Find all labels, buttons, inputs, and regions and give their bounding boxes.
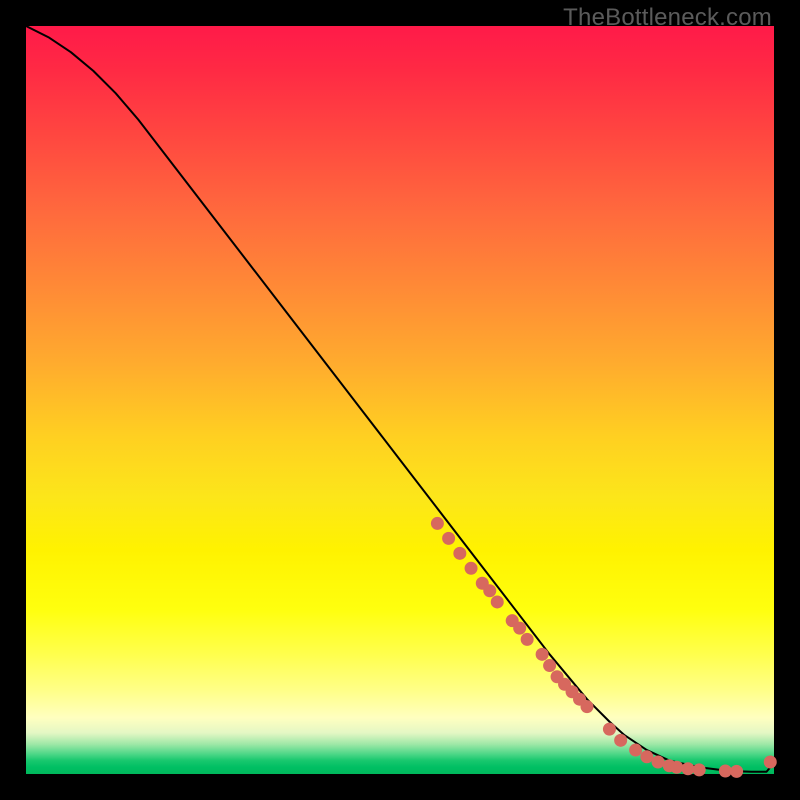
scatter-dots [431, 517, 777, 778]
scatter-dot [483, 584, 496, 597]
scatter-dot [513, 622, 526, 635]
scatter-dot [640, 750, 653, 763]
scatter-dot [603, 723, 616, 736]
chart-overlay [26, 26, 774, 774]
scatter-dot [453, 547, 466, 560]
scatter-dot [536, 648, 549, 661]
scatter-dot [629, 744, 642, 757]
scatter-dot [730, 765, 743, 778]
scatter-dot [719, 765, 732, 778]
scatter-dot [764, 756, 777, 769]
scatter-dot [681, 762, 694, 775]
curve-line [26, 26, 774, 772]
curve-path [26, 26, 774, 772]
scatter-dot [442, 532, 455, 545]
scatter-dot [581, 700, 594, 713]
scatter-dot [431, 517, 444, 530]
scatter-dot [670, 761, 683, 774]
chart-frame: TheBottleneck.com [0, 0, 800, 800]
scatter-dot [491, 595, 504, 608]
scatter-dot [652, 756, 665, 769]
scatter-dot [614, 734, 627, 747]
scatter-dot [465, 562, 478, 575]
scatter-dot [693, 763, 706, 776]
scatter-dot [521, 633, 534, 646]
scatter-dot [543, 659, 556, 672]
